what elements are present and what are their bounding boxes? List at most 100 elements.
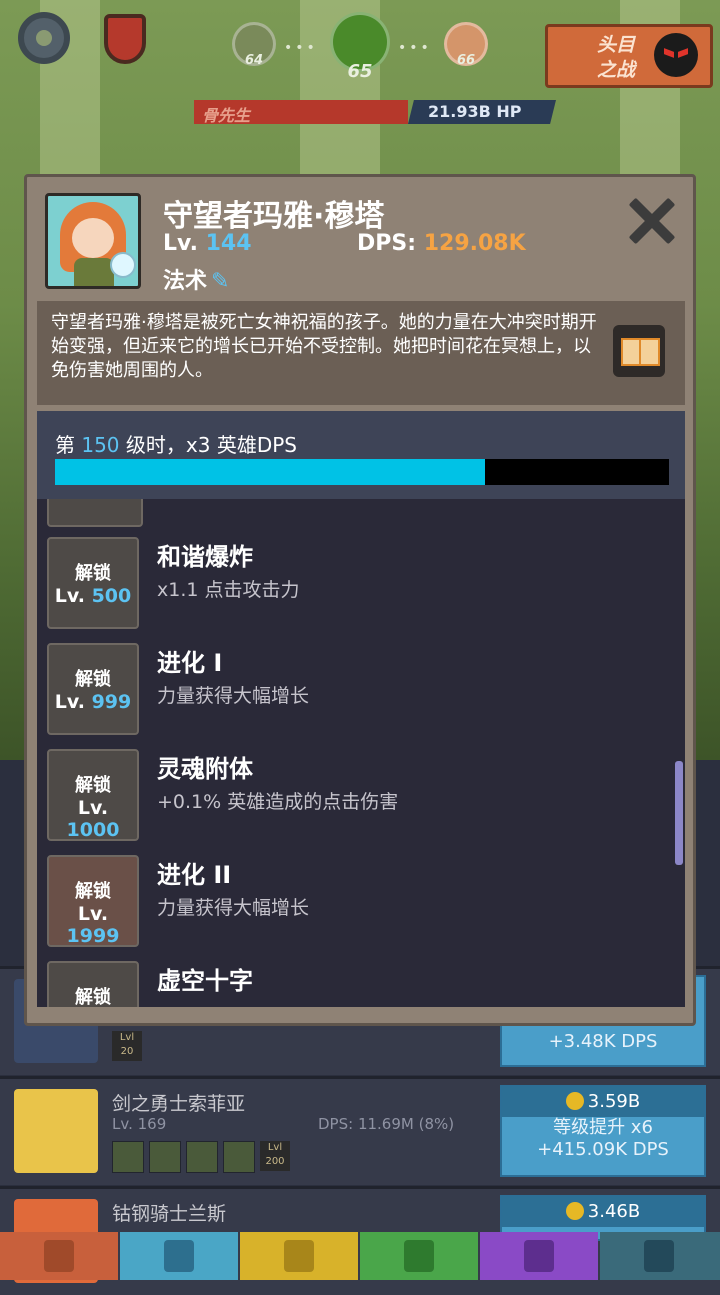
- hero-description: 守望者玛雅·穆塔是被死亡女神祝福的孩子。她的力量在大冲突时期开始变强，但近来它的…: [37, 301, 685, 405]
- unlock-label: 解锁: [75, 987, 111, 1007]
- unlock-label: 解锁: [75, 669, 111, 690]
- hero-name: 守望者玛雅·穆塔: [163, 199, 385, 234]
- stage-current[interactable]: 65: [330, 12, 390, 82]
- boss-hp-bar: 骨先生 21.93B HP: [194, 100, 556, 125]
- item-slot: [223, 1141, 255, 1173]
- skill-name: 进化 I: [157, 649, 223, 677]
- skill-desc: 力量获得大幅增长: [157, 685, 310, 707]
- bottom-tab-bar: [0, 1232, 720, 1280]
- skill-row[interactable]: 解锁 Lv. 999 进化 I 力量获得大幅增长: [47, 643, 647, 735]
- unlock-label: 解锁: [75, 881, 111, 902]
- item-slot: [149, 1141, 181, 1173]
- skill-name: 进化 II: [157, 861, 232, 889]
- skill-icon: 解锁: [47, 961, 139, 1007]
- heart-icon: [524, 1240, 554, 1272]
- skill-row[interactable]: 解锁 虚空十字: [47, 961, 647, 1007]
- milestone-header: 第 150 级时，x3 英雄DPS: [37, 411, 685, 499]
- tab-shop[interactable]: [600, 1232, 720, 1280]
- stage-number: 64: [244, 53, 264, 68]
- skill-desc: x1.1 点击攻击力: [157, 579, 300, 601]
- hero-dps: DPS: 129.08K: [357, 231, 526, 256]
- hero-level: Lv. 144: [163, 231, 252, 256]
- hero-items: Lvl 20: [112, 1031, 142, 1061]
- milestone-progress-fill: [55, 459, 485, 485]
- unlock-label: 解锁: [75, 775, 111, 796]
- unlock-level-value: 1000: [66, 819, 120, 841]
- unlock-level-label: Lv.: [54, 691, 85, 713]
- description-text: 守望者玛雅·穆塔是被死亡女神祝福的孩子。她的力量在大冲突时期开始变强，但近来它的…: [51, 312, 597, 381]
- shield-icon[interactable]: [104, 14, 146, 64]
- skill-name: 和谐爆炸: [157, 543, 253, 571]
- unlock-label: 解锁: [75, 563, 111, 584]
- hero-portrait: [45, 193, 141, 289]
- skill-name: 虚空十字: [157, 967, 253, 995]
- cost-value: 3.46B: [587, 1201, 641, 1222]
- milestone-prefix: 第: [55, 433, 75, 457]
- boss-fight-button[interactable]: 头目 之战: [545, 24, 713, 88]
- helmet-icon: [164, 1240, 194, 1272]
- stage-dots: •••: [398, 40, 432, 56]
- star-icon: [644, 1240, 674, 1272]
- hero-avatar: [14, 1089, 98, 1173]
- skill-name: 灵魂附体: [157, 755, 253, 783]
- milestone-progress-bar: [55, 459, 669, 485]
- cost: 3.46B: [502, 1197, 704, 1227]
- skill-desc: +0.1% 英雄造成的点击伤害: [157, 791, 399, 813]
- skill-row[interactable]: 解锁 Lv. 1000 灵魂附体 +0.1% 英雄造成的点击伤害: [47, 749, 647, 841]
- wand-icon: ✎: [211, 269, 230, 294]
- hero-row[interactable]: 剑之勇士索菲亚 Lv. 169 DPS: 11.69M (8%) Lvl 200…: [0, 1076, 720, 1185]
- pet-icon: [404, 1240, 434, 1272]
- portrait-face: [72, 218, 114, 258]
- dps-label: DPS:: [357, 231, 417, 256]
- stage-prev[interactable]: 64: [232, 22, 276, 68]
- unlock-level-value: 500: [91, 585, 132, 607]
- level-up-button[interactable]: 3.59B 等级提升 x6 +415.09K DPS: [500, 1085, 706, 1177]
- skill-icon: 解锁 Lv. 1999: [47, 855, 139, 947]
- item-slot: [186, 1141, 218, 1173]
- portrait-body: [74, 258, 114, 286]
- cost-value: 3.59B: [587, 1091, 641, 1112]
- skills-list[interactable]: 第 150 级时，x3 英雄DPS 解锁 Lv. 500 和谐爆炸 x1.1 点…: [37, 411, 685, 1007]
- book-icon[interactable]: [613, 325, 665, 377]
- dps-value: 129.08K: [423, 231, 526, 256]
- tab-pets[interactable]: [360, 1232, 478, 1280]
- unlock-level: Lv. 1000: [49, 797, 137, 841]
- scrollbar[interactable]: [675, 761, 683, 865]
- stage-number: 65: [347, 61, 373, 82]
- upgrade-text: +3.48K DPS: [548, 1031, 658, 1052]
- skill-row[interactable]: 解锁 Lv. 1999 进化 II 力量获得大幅增长: [47, 855, 647, 947]
- hero-items: Lvl 200: [112, 1141, 290, 1177]
- coin-icon: [565, 1202, 584, 1220]
- hero-row-name: 剑之勇士索菲亚: [112, 1093, 246, 1115]
- stage-next[interactable]: 66: [444, 22, 488, 68]
- settings-gear-icon[interactable]: [18, 12, 70, 64]
- item-slot: [112, 1141, 144, 1173]
- tab-heroes[interactable]: [120, 1232, 238, 1280]
- cost: 3.59B: [502, 1087, 704, 1117]
- tab-equipment[interactable]: [240, 1232, 358, 1280]
- unlock-level: Lv. 1999: [49, 903, 137, 947]
- hero-row-level: Lv. 169: [112, 1115, 167, 1133]
- coin-icon: [565, 1092, 584, 1110]
- unlock-level: Lv. 999: [49, 691, 137, 713]
- hero-detail-dialog: 守望者玛雅·穆塔 Lv. 144 DPS: 129.08K 法术 ✎ 守望者玛雅·…: [24, 174, 696, 1026]
- unlock-level-label: Lv.: [77, 903, 109, 925]
- close-icon[interactable]: [627, 197, 675, 245]
- unlock-level-value: 999: [91, 691, 132, 713]
- milestone-suffix: 级时，x3 英雄DPS: [125, 433, 297, 457]
- level-label: Lv.: [163, 231, 198, 256]
- level-badge: Lvl 200: [260, 1141, 290, 1171]
- hero-row-dps: DPS: 11.69M (8%): [318, 1115, 455, 1133]
- tab-weapons[interactable]: [0, 1232, 118, 1280]
- hero-row-name: 钴钢骑士兰斯: [112, 1203, 227, 1225]
- skill-icon: 解锁 Lv. 500: [47, 537, 139, 629]
- stage-dots: •••: [284, 40, 318, 56]
- devil-icon: [654, 33, 698, 77]
- level-value: 144: [205, 231, 252, 256]
- unlock-level: Lv. 500: [49, 585, 137, 607]
- tab-artifacts[interactable]: [480, 1232, 598, 1280]
- skill-icon: 解锁 Lv. 1000: [47, 749, 139, 841]
- hero-type: 法术 ✎: [163, 263, 229, 295]
- skill-row[interactable]: 解锁 Lv. 500 和谐爆炸 x1.1 点击攻击力: [47, 537, 647, 629]
- boss-hp-value: 21.93B HP: [428, 102, 522, 121]
